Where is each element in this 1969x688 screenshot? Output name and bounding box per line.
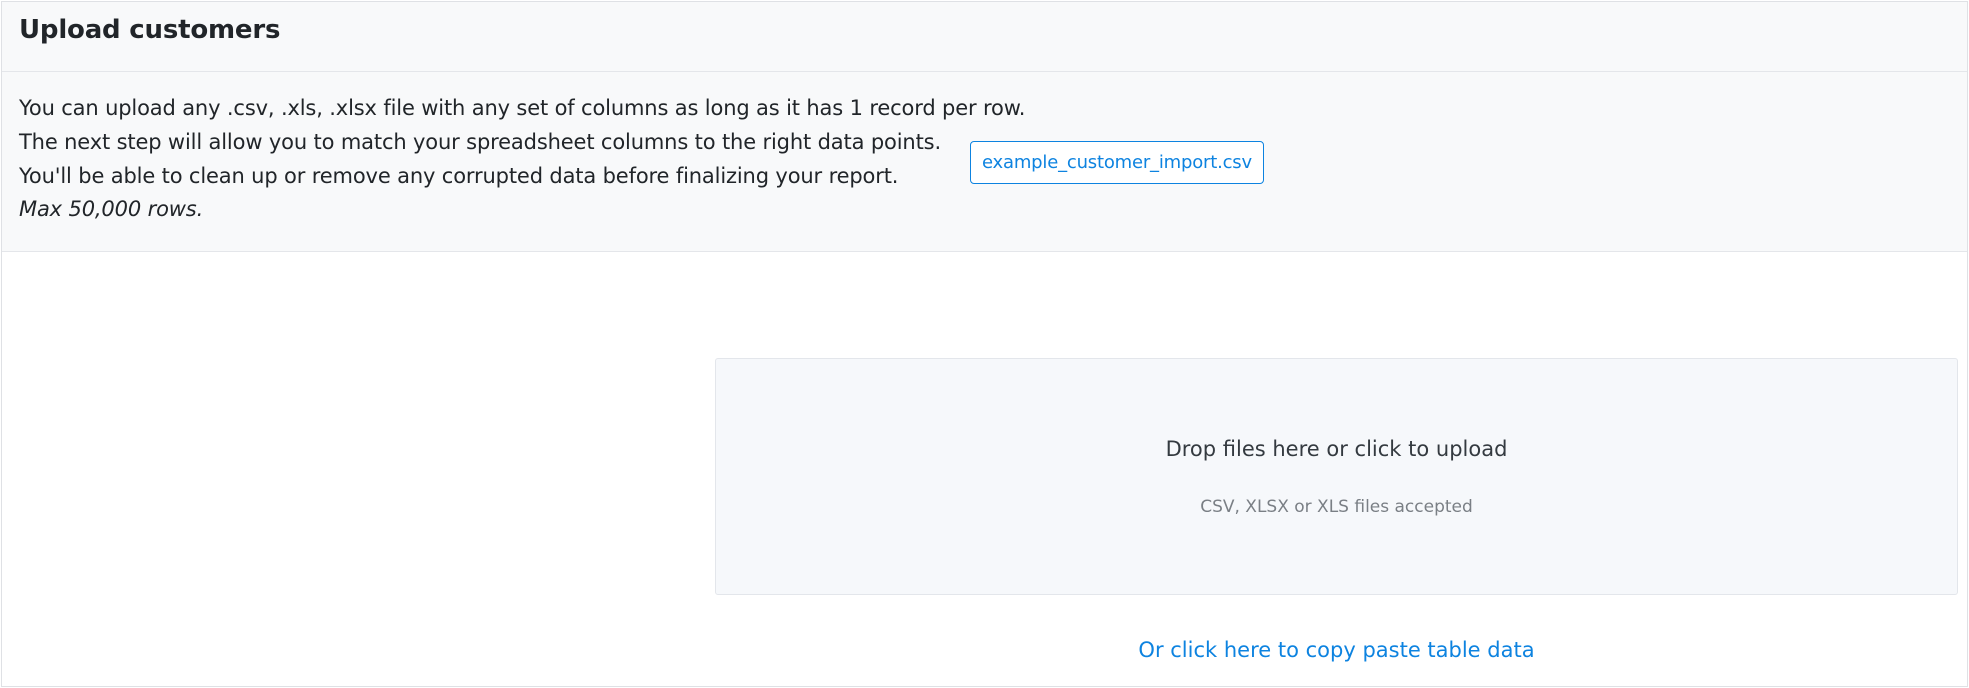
upload-instructions: You can upload any .csv, .xls, .xlsx fil… [2, 72, 1967, 252]
instruction-line-file-types: You can upload any .csv, .xls, .xlsx fil… [19, 96, 1026, 120]
card-header: Upload customers [2, 2, 1967, 72]
download-example-csv-button[interactable]: example_customer_import.csv [970, 141, 1264, 184]
instruction-line-next-step: The next step will allow you to match yo… [19, 130, 941, 154]
page-title: Upload customers [19, 15, 281, 45]
upload-customers-card: Upload customers You can upload any .csv… [1, 1, 1968, 687]
file-dropzone[interactable]: Drop files here or click to upload CSV, … [715, 358, 1958, 595]
dropzone-title: Drop files here or click to upload [1165, 437, 1508, 461]
instruction-line-cleanup: You'll be able to clean up or remove any… [19, 164, 899, 188]
copy-paste-table-data-link[interactable]: Or click here to copy paste table data [715, 638, 1958, 662]
instruction-line-max-rows: Max 50,000 rows. [19, 197, 204, 221]
dropzone-accepted-types: CSV, XLSX or XLS files accepted [1200, 497, 1473, 517]
